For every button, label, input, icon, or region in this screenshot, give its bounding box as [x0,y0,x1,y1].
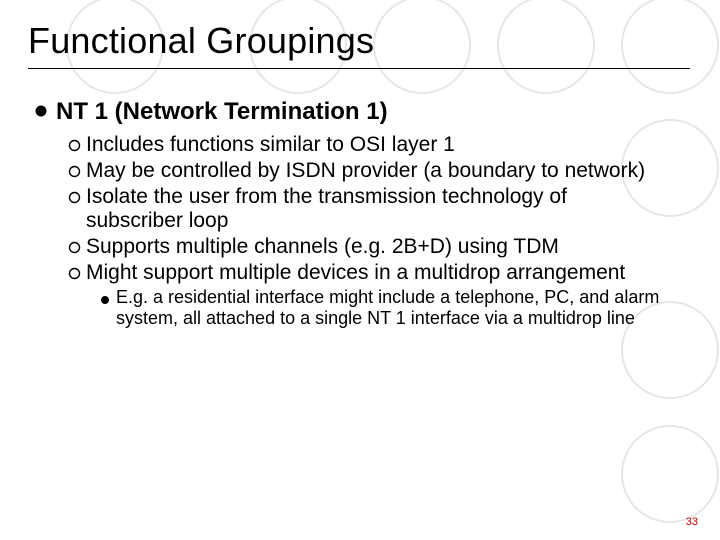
list-item-level1: NT 1 (Network Termination 1) [34,97,690,127]
list-item-level2: Isolate the user from the transmission t… [68,185,690,235]
level2-text: Isolate the user from the transmission t… [86,185,666,235]
list-item-level2: Might support multiple devices in a mult… [68,261,690,286]
level2-text: Might support multiple devices in a mult… [86,261,625,286]
open-circle-icon [68,139,81,157]
level1-text: NT 1 (Network Termination 1) [56,97,388,127]
level3-text: E.g. a residential interface might inclu… [116,287,676,329]
list-item-level3: E.g. a residential interface might inclu… [100,287,690,329]
slide-title: Functional Groupings [28,20,690,62]
level2-text: Includes functions similar to OSI layer … [86,133,455,158]
level2-text: May be controlled by ISDN provider (a bo… [86,159,645,184]
open-circle-icon [68,241,81,259]
level2-text: Supports multiple channels (e.g. 2B+D) u… [86,235,559,260]
list-item-level2: Supports multiple channels (e.g. 2B+D) u… [68,235,690,260]
list-item-level2: Includes functions similar to OSI layer … [68,133,690,158]
title-underline [28,68,690,69]
list-item-level2: May be controlled by ISDN provider (a bo… [68,159,690,184]
filled-circle-icon [100,292,110,310]
filled-circle-icon [34,104,48,123]
open-circle-icon [68,191,81,209]
open-circle-icon [68,267,81,285]
open-circle-icon [68,165,81,183]
